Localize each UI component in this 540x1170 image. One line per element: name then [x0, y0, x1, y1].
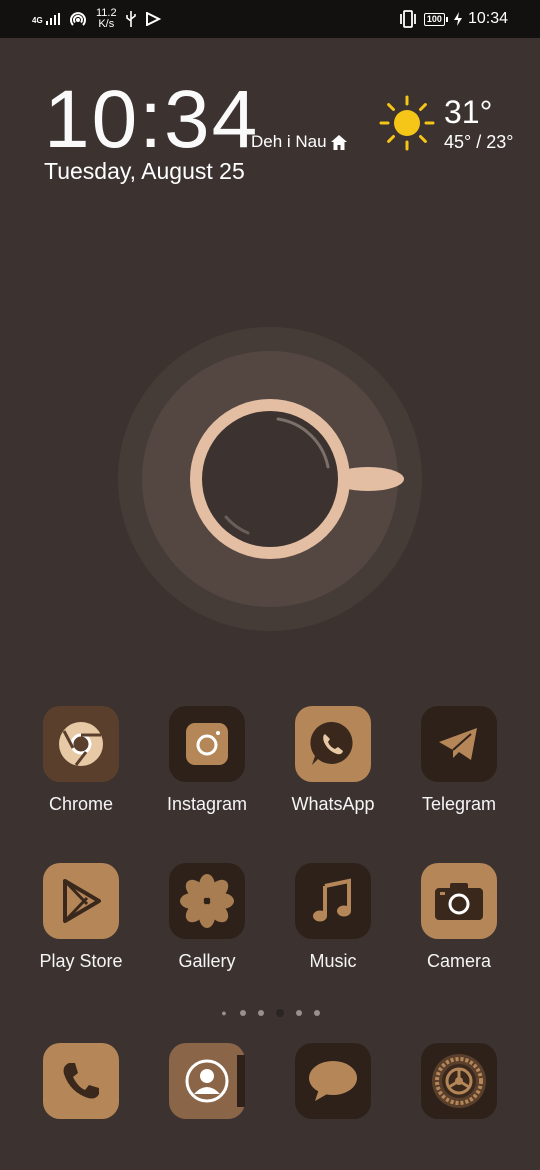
app-label: WhatsApp	[291, 794, 375, 814]
chrome-icon[interactable]	[43, 706, 119, 782]
battery-level: 100	[423, 12, 445, 26]
clock-widget-time[interactable]: 10:34	[44, 79, 259, 161]
app-telegram[interactable]: Telegram	[399, 706, 519, 815]
charging-icon	[453, 12, 462, 26]
hotspot-icon	[70, 12, 86, 26]
app-label: Music	[309, 951, 357, 971]
app-instagram[interactable]: Instagram	[147, 706, 267, 815]
coffee-cup-wallpaper	[118, 327, 422, 631]
app-label: Instagram	[166, 794, 248, 814]
dock-contacts[interactable]	[147, 1043, 267, 1119]
settings-icon[interactable]	[421, 1043, 497, 1119]
play-notification-icon	[145, 12, 161, 26]
app-chrome[interactable]: Chrome	[21, 706, 141, 815]
home-icon	[330, 134, 347, 150]
weather-location[interactable]: Deh i Nau	[251, 132, 347, 152]
app-label: Chrome	[48, 794, 114, 814]
network-speed: 11.2 K/s	[96, 8, 117, 30]
signal-bars-icon	[46, 13, 60, 25]
page-dot[interactable]	[314, 1010, 320, 1016]
page-indicator[interactable]: ●	[0, 1008, 540, 1018]
app-play-store[interactable]: Play Store	[21, 863, 141, 972]
instagram-icon[interactable]	[169, 706, 245, 782]
camera-icon[interactable]	[421, 863, 497, 939]
dock-messages[interactable]	[273, 1043, 393, 1119]
page-dot[interactable]	[258, 1010, 264, 1016]
network-type: 4G	[32, 16, 43, 25]
app-gallery[interactable]: Gallery	[147, 863, 267, 972]
app-label: Gallery	[178, 951, 236, 971]
app-whatsapp[interactable]: WhatsApp	[273, 706, 393, 815]
temperature-range: 45° / 23°	[444, 132, 514, 152]
home-page-dot[interactable]: ●	[220, 1008, 228, 1018]
clock-time-text: 10:34	[44, 74, 260, 165]
speed-unit: K/s	[98, 18, 115, 30]
signal-icon: 4G	[32, 13, 60, 25]
page-dot[interactable]	[240, 1010, 246, 1016]
status-bar: 4G 11.2 K/s 100 10:34	[0, 0, 540, 38]
dock-phone[interactable]	[21, 1043, 141, 1119]
usb-icon	[125, 11, 136, 27]
sun-icon[interactable]	[379, 95, 435, 151]
vibrate-icon	[400, 10, 416, 28]
date-label[interactable]: Tuesday, August 25	[44, 158, 245, 185]
battery-icon: 100	[423, 12, 448, 26]
current-temperature[interactable]: 31°	[444, 94, 492, 131]
app-label: Camera	[426, 951, 492, 971]
app-label: Play Store	[39, 951, 123, 971]
status-bar-left: 4G 11.2 K/s	[32, 6, 161, 32]
page-dot-active[interactable]	[276, 1009, 284, 1017]
gallery-icon[interactable]	[169, 863, 245, 939]
play-store-icon[interactable]	[43, 863, 119, 939]
status-bar-right: 100 10:34	[398, 7, 508, 31]
app-label: Telegram	[421, 794, 497, 814]
telegram-icon[interactable]	[421, 706, 497, 782]
music-icon[interactable]	[295, 863, 371, 939]
app-music[interactable]: Music	[273, 863, 393, 972]
app-camera[interactable]: Camera	[399, 863, 519, 972]
contacts-icon[interactable]	[169, 1043, 245, 1119]
messages-icon[interactable]	[295, 1043, 371, 1119]
page-dot[interactable]	[296, 1010, 302, 1016]
phone-icon[interactable]	[43, 1043, 119, 1119]
status-bar-time: 10:34	[467, 10, 508, 27]
whatsapp-icon[interactable]	[295, 706, 371, 782]
location-label: Deh i Nau	[251, 132, 327, 151]
dock-settings[interactable]	[399, 1043, 519, 1119]
